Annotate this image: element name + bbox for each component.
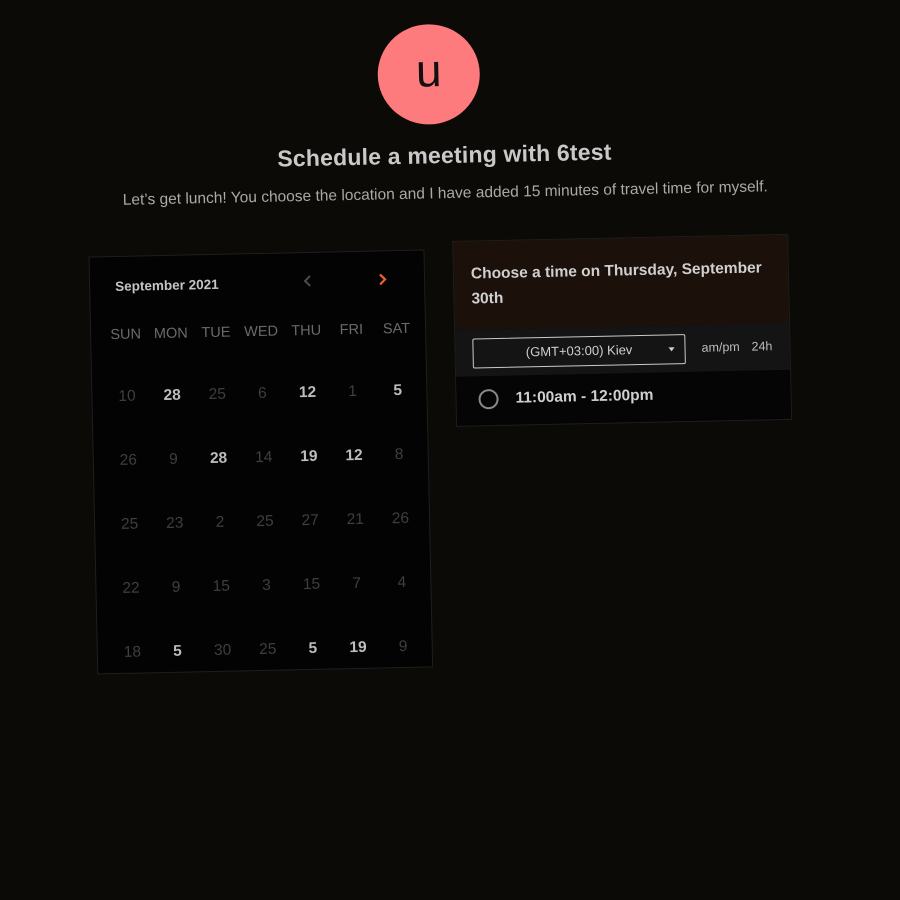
calendar-day: 27 — [301, 511, 319, 530]
calendar-day: 1 — [348, 382, 358, 401]
weekday-label: FRI — [339, 321, 364, 339]
time-slot-option[interactable]: 11:00am - 12:00pm — [456, 369, 792, 425]
calendar-day: 26 — [391, 509, 410, 528]
calendar-day-available[interactable]: 12 — [331, 424, 377, 489]
calendar-header: September 2021 — [90, 251, 425, 316]
weekday-label: SUN — [110, 326, 142, 344]
prev-month-button[interactable] — [295, 268, 322, 295]
weekday-label: MON — [153, 325, 188, 343]
calendar-day: 2 — [215, 513, 225, 531]
calendar-day: 15 — [212, 577, 231, 596]
time-slot-label: 11:00am - 12:00pm — [515, 386, 654, 407]
time-panel-toolbar: (GMT+03:00) Kiev am/pm 24h — [455, 322, 791, 377]
timezone-select[interactable]: (GMT+03:00) Kiev — [472, 334, 686, 369]
weekday-label: WED — [244, 323, 279, 341]
weekday-label: TUE — [201, 324, 231, 342]
calendar-day: 14 — [254, 448, 273, 467]
calendar-day: 9 — [398, 637, 408, 656]
scheduling-page: u Schedule a meeting with 6test Let’s ge… — [0, 0, 900, 900]
calendar-day: 30 — [213, 641, 232, 659]
calendar-day: 9 — [168, 450, 178, 468]
event-description: Let’s get lunch! You choose the location… — [122, 178, 768, 209]
caret-down-icon — [668, 347, 675, 352]
calendar-day: 23 — [166, 514, 184, 532]
calendar-day: 4 — [397, 573, 407, 592]
chevron-right-icon — [379, 273, 387, 286]
calendar-day: 9 — [171, 578, 181, 596]
page-title: Schedule a meeting with 6test — [277, 138, 612, 172]
calendar-day: 25 — [208, 385, 227, 404]
timezone-value: (GMT+03:00) Kiev — [525, 342, 633, 360]
calendar-day: 18 — [123, 643, 142, 661]
calendar-day-available[interactable]: 5 — [154, 619, 200, 684]
calendar-day-available[interactable]: 12 — [284, 361, 330, 426]
weekday-label: SAT — [382, 320, 411, 338]
calendar-day: 7 — [352, 574, 362, 593]
host-avatar: u — [376, 23, 481, 126]
radio-button-icon[interactable] — [478, 388, 499, 410]
calendar-day: 25 — [256, 512, 274, 531]
calendar-day: 25 — [120, 515, 139, 533]
calendar-day: 10 — [118, 387, 136, 405]
date-picker-calendar: September 2021 SUN MON TUE WED THU FRI SAT 10 2… — [88, 249, 434, 675]
time-slot-panel: Choose a time on Thursday, September 30t… — [452, 233, 793, 427]
format-ampm-toggle[interactable]: am/pm — [701, 340, 739, 355]
next-month-button[interactable] — [369, 266, 396, 293]
calendar-day-available[interactable]: 19 — [286, 424, 332, 489]
calendar-day: 22 — [122, 579, 140, 597]
format-24h-toggle[interactable]: 24h — [751, 339, 772, 353]
weekday-header-row: SUN MON TUE WED THU FRI SAT — [103, 321, 419, 344]
time-panel-heading: Choose a time on Thursday, September 30t… — [453, 234, 790, 330]
avatar-letter: u — [415, 44, 443, 97]
weekday-label: THU — [291, 322, 322, 340]
calendar-day: 6 — [257, 384, 267, 403]
calendar-day: 25 — [258, 640, 277, 659]
calendar-day: 26 — [119, 451, 138, 469]
calendar-day: 8 — [394, 445, 404, 464]
calendar-day-available[interactable]: 19 — [335, 616, 381, 681]
chevron-left-icon — [303, 275, 311, 287]
calendar-day: 3 — [261, 576, 271, 594]
calendar-day-available[interactable]: 5 — [290, 616, 336, 681]
calendar-day-available[interactable]: 5 — [375, 359, 421, 424]
calendar-month-label: September 2021 — [114, 276, 219, 294]
calendar-day-grid: 10 28 25 6 12 1 5 26 9 28 14 19 12 8 25 23 2 25 27 21 26 22 9 1… — [104, 359, 427, 686]
calendar-day-available[interactable]: 28 — [149, 363, 195, 428]
calendar-day: 21 — [346, 510, 365, 529]
calendar-day: 15 — [302, 575, 321, 594]
calendar-day-available[interactable]: 28 — [195, 426, 241, 491]
